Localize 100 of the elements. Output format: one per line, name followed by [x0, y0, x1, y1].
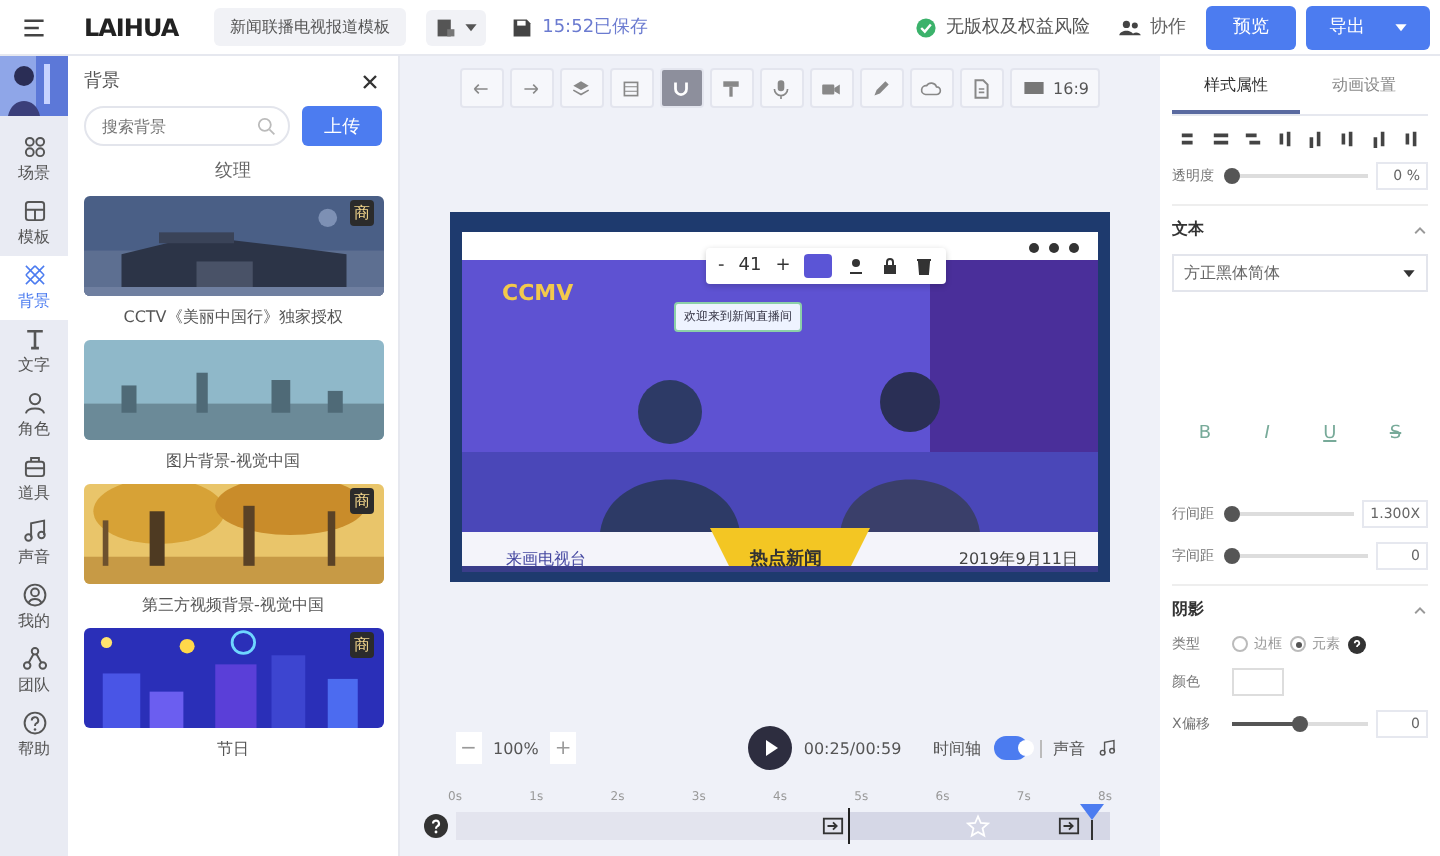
sidebar-item[interactable]: 道具: [0, 448, 68, 512]
tool-button[interactable]: [659, 68, 704, 108]
music-icon: [1097, 736, 1117, 760]
grid-icon: [620, 77, 643, 99]
people-icon[interactable]: [1118, 15, 1142, 39]
sidebar-item[interactable]: 模板: [0, 192, 68, 256]
card-caption: 第三方视频背景-视觉中国: [142, 594, 324, 616]
sidebar-item[interactable]: 我的: [0, 576, 68, 640]
export-button[interactable]: 导出: [1306, 5, 1430, 49]
tool-button[interactable]: [759, 68, 804, 108]
enter-icon[interactable]: [822, 816, 845, 836]
user-icon: [21, 582, 47, 608]
document-icon: [970, 77, 993, 99]
caret-icon: [1402, 266, 1416, 280]
star-icon[interactable]: [966, 814, 991, 838]
screen-icon: [1021, 76, 1046, 100]
panel-tab[interactable]: 样式属性: [1172, 56, 1300, 114]
exit-icon[interactable]: [1057, 816, 1080, 836]
tool-button[interactable]: [609, 68, 654, 108]
microphone-icon: [770, 77, 793, 99]
panel-tab[interactable]: 动画设置: [1300, 56, 1428, 114]
template-icon: [21, 198, 47, 224]
copyright-note: 无版权及权益风险: [946, 15, 1090, 40]
lock-icon[interactable]: [880, 256, 901, 276]
sidebar-item[interactable]: 场景: [0, 128, 68, 192]
save-status: 15:52已保存: [542, 15, 649, 40]
tool-button[interactable]: [859, 68, 904, 108]
menu-icon[interactable]: [22, 15, 46, 39]
collab-label[interactable]: 协作: [1150, 14, 1186, 40]
pin-icon[interactable]: [846, 256, 867, 276]
timeline-toggle[interactable]: [993, 736, 1028, 760]
person-icon: [21, 390, 47, 416]
help-icon[interactable]: [1348, 635, 1366, 653]
align-icon[interactable]: [1306, 130, 1325, 148]
color-swatch[interactable]: [1232, 668, 1284, 696]
sidebar-item[interactable]: 团队: [0, 640, 68, 704]
color-swatch[interactable]: [804, 254, 833, 278]
caret-icon: [464, 20, 479, 34]
category-label: 纹理: [213, 159, 253, 184]
premium-badge: 商: [350, 632, 374, 658]
search-icon: [254, 114, 278, 138]
section-title: 阴影: [1172, 598, 1204, 620]
sidebar-item[interactable]: 帮助: [0, 704, 68, 768]
font-dropdown[interactable]: 方正黑体简体: [1172, 254, 1428, 292]
sidebar-item[interactable]: 声音: [0, 512, 68, 576]
search-field[interactable]: 搜索背景: [84, 106, 290, 146]
zoom-level: 100%: [493, 739, 539, 757]
premium-badge: 商: [350, 488, 374, 514]
premium-badge: 商: [350, 200, 374, 226]
save-icon[interactable]: [510, 15, 535, 39]
toolbox-icon: [21, 454, 47, 480]
pattern-icon: [21, 262, 47, 288]
caret-icon: [1393, 20, 1407, 34]
sidebar-item[interactable]: 背景: [0, 256, 68, 320]
date-text: 2019年9月11日: [958, 548, 1078, 570]
tool-button[interactable]: [959, 68, 1004, 108]
brand-text: CCMV: [502, 280, 574, 306]
align-icon[interactable]: [1180, 130, 1198, 148]
end-marker[interactable]: [1080, 804, 1105, 840]
trash-icon[interactable]: [914, 256, 935, 276]
align-icon[interactable]: [1211, 130, 1230, 148]
logo: LAIHUA: [84, 13, 179, 41]
align-icon[interactable]: [1243, 130, 1262, 148]
headline-text: 热点新闻: [750, 546, 822, 572]
text-icon: [21, 326, 47, 352]
team-icon: [21, 646, 47, 672]
check-icon: [914, 15, 938, 39]
align-icon[interactable]: [1401, 130, 1420, 148]
help-icon[interactable]: [424, 814, 448, 838]
card-caption: 图片背景-视觉中国: [166, 450, 300, 472]
sidebar-item[interactable]: 文字: [0, 320, 68, 384]
tool-button[interactable]: [559, 68, 604, 108]
help-icon: [21, 710, 47, 736]
card-caption: 节日: [217, 738, 249, 760]
increase-button[interactable]: +: [775, 256, 791, 276]
cloud-icon: [920, 77, 943, 99]
layers-icon: [570, 77, 593, 99]
align-icon[interactable]: [1338, 130, 1357, 148]
template-name-field[interactable]: 新闻联播电视报道模板: [214, 8, 407, 46]
sidebar-item[interactable]: 角色: [0, 384, 68, 448]
panel-title: 背景: [84, 69, 120, 94]
channel-text: 来画电视台: [506, 548, 586, 570]
sound-label: 声音: [1053, 737, 1086, 759]
music-icon: [21, 518, 47, 544]
upload-button[interactable]: 上传: [302, 106, 382, 146]
tool-button[interactable]: [809, 68, 854, 108]
document-icon: [434, 15, 459, 39]
tool-button[interactable]: [709, 68, 754, 108]
brush-icon: [720, 77, 743, 99]
tool-button[interactable]: [909, 68, 954, 108]
magnet-icon: [670, 77, 693, 99]
play-button[interactable]: [747, 726, 792, 770]
align-icon[interactable]: [1370, 130, 1389, 148]
align-icon[interactable]: [1275, 130, 1294, 148]
size-field[interactable]: 41: [738, 256, 762, 276]
aspect-ratio-button[interactable]: 16:9: [1009, 68, 1101, 108]
close-icon[interactable]: [358, 69, 382, 93]
file-dropdown[interactable]: [426, 9, 487, 45]
preview-button[interactable]: 预览: [1206, 5, 1296, 49]
time-display: 00:25/00:59: [803, 739, 902, 757]
